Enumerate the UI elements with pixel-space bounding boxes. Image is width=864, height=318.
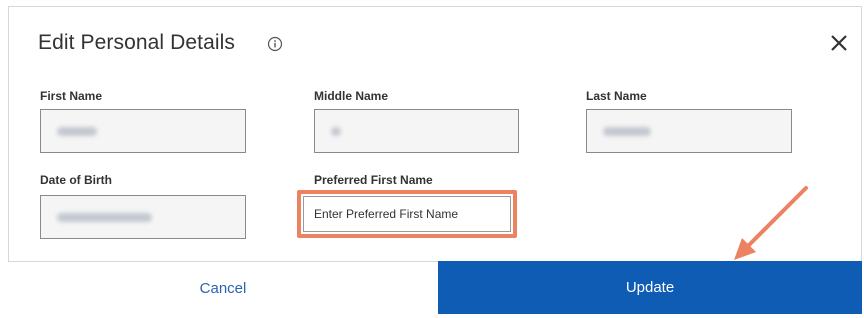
last-name-field[interactable]	[586, 109, 792, 153]
middle-name-redacted-value	[331, 127, 341, 136]
middle-name-label: Middle Name	[314, 89, 389, 103]
first-name-redacted-value	[57, 127, 97, 136]
update-button[interactable]: Update	[438, 261, 862, 314]
last-name-label: Last Name	[586, 89, 647, 103]
dialog-title: Edit Personal Details	[38, 31, 236, 54]
last-name-redacted-value	[603, 127, 651, 136]
middle-name-field[interactable]	[314, 109, 519, 153]
info-icon[interactable]	[267, 36, 283, 52]
date-of-birth-redacted-value	[57, 213, 152, 222]
preferred-first-name-input[interactable]	[303, 196, 511, 232]
close-icon[interactable]	[827, 31, 851, 55]
first-name-field[interactable]	[40, 109, 246, 153]
dialog-footer: Cancel Update	[8, 261, 862, 314]
preferred-first-name-highlight	[297, 190, 517, 238]
dialog-header: Edit Personal Details	[9, 7, 861, 77]
first-name-label: First Name	[40, 89, 103, 103]
preferred-first-name-label: Preferred First Name	[314, 173, 433, 187]
date-of-birth-label: Date of Birth	[40, 173, 112, 187]
cancel-button[interactable]: Cancel	[8, 262, 438, 314]
date-of-birth-field[interactable]	[40, 195, 246, 239]
